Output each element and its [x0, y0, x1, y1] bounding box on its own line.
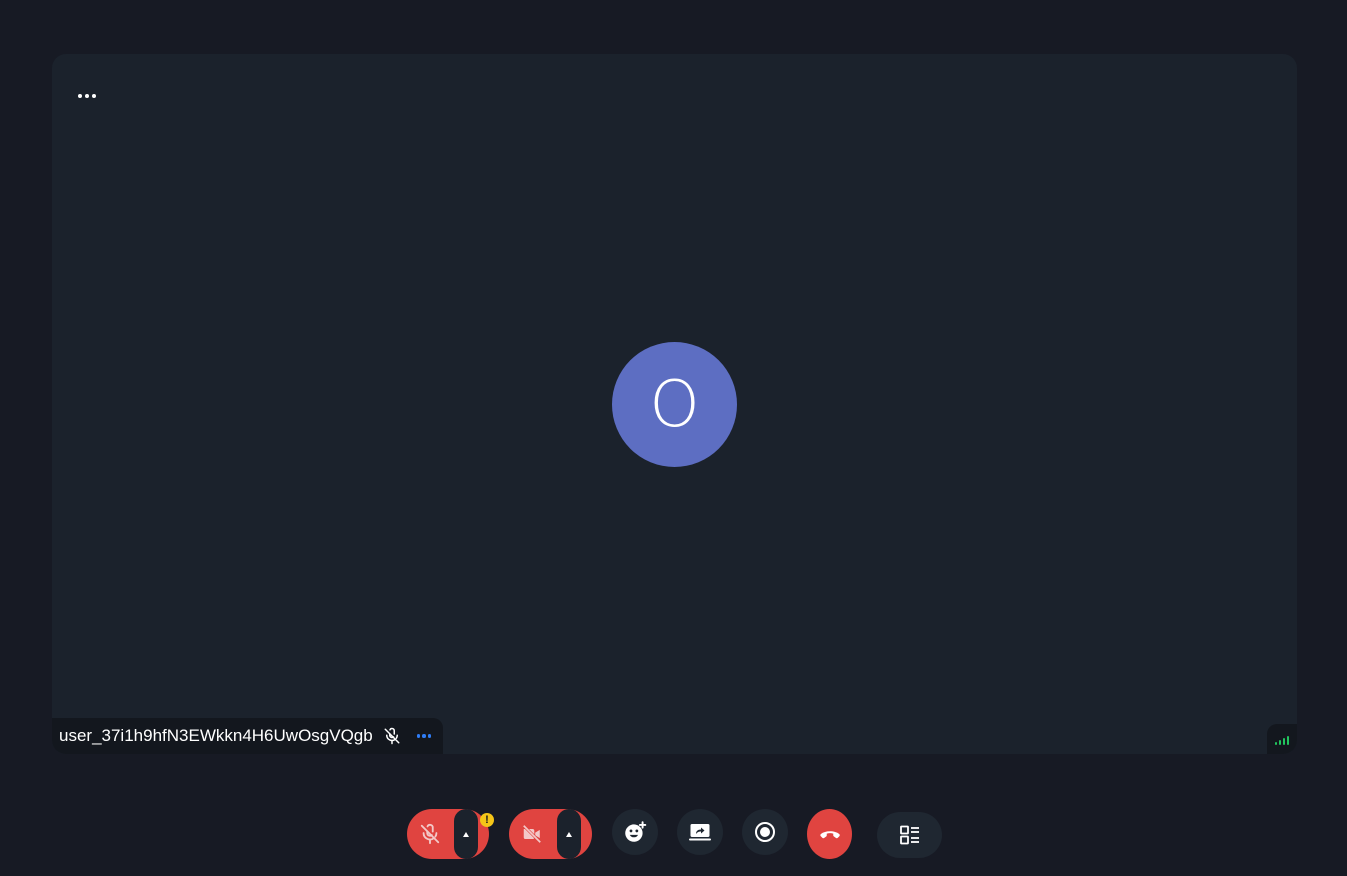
signal-strength-icon [1267, 724, 1297, 754]
video-off-icon [522, 824, 542, 844]
video-stage: O user_37i1h9hfN3EWkkn4H6UwOsgVQgb [52, 54, 1297, 754]
camera-options-button[interactable] [557, 809, 581, 859]
participant-avatar: O [612, 342, 737, 467]
mic-off-icon [420, 823, 440, 845]
tile-options-button[interactable] [70, 82, 104, 110]
mic-options-button[interactable] [454, 809, 478, 859]
mic-off-icon [384, 727, 400, 745]
layout-button[interactable] [877, 812, 942, 858]
avatar-initial: O [649, 367, 700, 442]
participant-name: user_37i1h9hfN3EWkkn4H6UwOsgVQgb [59, 726, 373, 745]
record-icon [755, 822, 775, 842]
screen-share-icon [689, 824, 711, 841]
microphone-control: ! [407, 809, 494, 859]
record-button[interactable] [742, 809, 788, 855]
leave-call-button[interactable] [807, 809, 852, 859]
more-horizontal-icon [78, 94, 96, 98]
layout-list-icon [899, 825, 919, 845]
call-controls-toolbar: ! [0, 809, 1347, 859]
add-reaction-icon [625, 821, 647, 842]
camera-toggle-button[interactable] [509, 809, 555, 859]
chevron-up-icon [463, 831, 469, 837]
camera-control [509, 809, 592, 859]
warning-badge: ! [480, 813, 494, 827]
screen-share-button[interactable] [677, 809, 723, 855]
mic-toggle-button[interactable] [407, 809, 453, 859]
reactions-button[interactable] [612, 809, 658, 855]
participant-name-bar: user_37i1h9hfN3EWkkn4H6UwOsgVQgb [52, 718, 444, 754]
chevron-up-icon [566, 831, 572, 837]
participant-more-button[interactable] [413, 730, 436, 742]
hang-up-icon [819, 831, 840, 839]
